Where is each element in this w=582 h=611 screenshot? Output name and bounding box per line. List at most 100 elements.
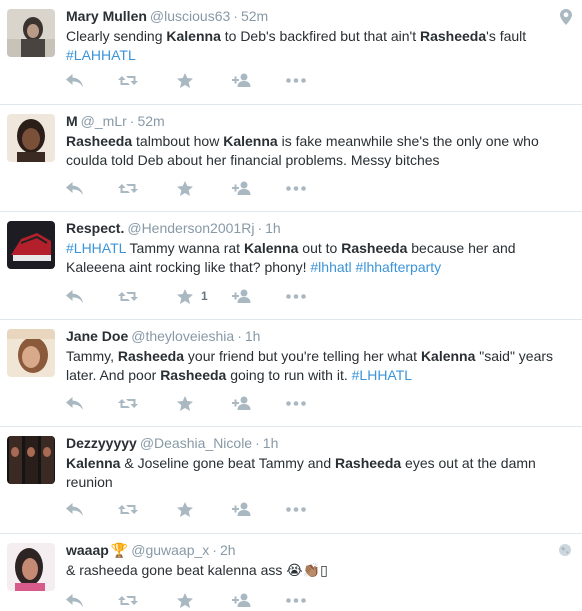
star-icon (177, 395, 193, 411)
tweet-1[interactable]: Mary Mullen @luscious63 · 52m Clearly sendi… (0, 0, 582, 105)
retweet-button[interactable] (118, 499, 138, 519)
tweet-header: Mary Mullen @luscious63 · 52m (66, 7, 268, 26)
follow-button[interactable] (232, 70, 252, 90)
follow-button[interactable] (232, 590, 252, 610)
tweet-actions (66, 590, 326, 610)
reply-icon (66, 181, 83, 195)
retweet-button[interactable] (118, 286, 138, 306)
tweet-actions (66, 393, 326, 413)
more-icon (286, 400, 306, 406)
tweet-timeline: Mary Mullen @luscious63 · 52m Clearly sendi… (0, 0, 582, 611)
favorite-button[interactable] (177, 178, 201, 198)
retweet-button[interactable] (118, 393, 138, 413)
highlighted-keyword: Kalenna (66, 455, 121, 471)
avatar[interactable] (7, 329, 55, 377)
tweet-actions (66, 499, 326, 519)
text-segment: to Deb's backfired but that ain't (220, 28, 420, 44)
more-button[interactable] (286, 590, 306, 610)
follow-button[interactable] (232, 499, 252, 519)
user-handle[interactable]: @Deashia_Nicole (140, 435, 252, 451)
user-handle[interactable]: @guwaap_x (131, 542, 209, 558)
user-handle[interactable]: @Henderson2001Rj (127, 220, 254, 236)
user-name[interactable]: Jane Doe (66, 328, 128, 344)
reply-button[interactable] (66, 178, 83, 198)
reply-button[interactable] (66, 393, 83, 413)
more-button[interactable] (286, 70, 306, 90)
trophy-icon: 🏆 (110, 542, 129, 558)
reply-icon (66, 502, 83, 516)
user-name[interactable]: Dezzyyyyy (66, 435, 137, 451)
favorite-button[interactable]: 1 (177, 286, 208, 306)
highlighted-keyword: Rasheeda (419, 28, 487, 44)
favorite-count: 1 (201, 289, 208, 303)
tweet-3[interactable]: Respect. @Henderson2001Rj · 1h #LHHATL Tamm… (0, 212, 582, 320)
tweet-text: Tammy, Rasheeda your friend but you're t… (66, 347, 572, 385)
hashtag-link[interactable]: #lhhatl (310, 259, 351, 275)
star-icon (177, 501, 193, 517)
timestamp[interactable]: 52m (137, 113, 164, 129)
more-button[interactable] (286, 393, 306, 413)
retweet-button[interactable] (118, 590, 138, 610)
tweet-5[interactable]: Dezzyyyyy @Deashia_Nicole · 1h Kalenna & Jo… (0, 427, 582, 534)
tweet-6[interactable]: waaap 🏆 @guwaap_x · 2h & rasheeda gone beat … (0, 534, 582, 611)
separator-dot: · (129, 113, 135, 129)
retweet-icon (118, 75, 138, 85)
user-handle[interactable]: @_mLr (81, 113, 127, 129)
follow-button[interactable] (232, 393, 252, 413)
reply-button[interactable] (66, 499, 83, 519)
timestamp[interactable]: 2h (220, 542, 236, 558)
more-icon (286, 293, 306, 299)
highlighted-keyword: Kalenna (420, 348, 476, 364)
more-button[interactable] (286, 178, 306, 198)
star-icon (177, 180, 193, 196)
timestamp[interactable]: 52m (241, 8, 268, 24)
user-name[interactable]: Mary Mullen (66, 8, 147, 24)
hashtag-link[interactable]: #LHHATL (66, 240, 126, 256)
reply-button[interactable] (66, 590, 83, 610)
hashtag-link[interactable]: #lhhafterparty (356, 259, 442, 275)
follow-button[interactable] (232, 178, 252, 198)
more-button[interactable] (286, 499, 306, 519)
tweet-text: & rasheeda gone beat kalenna ass 😭👏🏽▯ (66, 561, 572, 580)
favorite-button[interactable] (177, 393, 201, 413)
avatar[interactable] (7, 543, 55, 591)
tweet-actions (66, 70, 326, 90)
avatar[interactable] (7, 436, 55, 484)
reply-button[interactable] (66, 70, 83, 90)
avatar[interactable] (7, 221, 55, 269)
favorite-button[interactable] (177, 70, 201, 90)
text-segment: Clearly sending (66, 28, 167, 44)
timestamp[interactable]: 1h (263, 435, 279, 451)
hashtag-link[interactable]: #LAHHATL (66, 47, 136, 63)
user-name[interactable]: Respect. (66, 220, 124, 236)
user-name[interactable]: waaap (66, 542, 109, 558)
avatar[interactable] (7, 114, 55, 162)
highlighted-keyword: Rasheeda (335, 455, 402, 471)
reply-button[interactable] (66, 286, 83, 306)
text-segment: out to (298, 240, 342, 256)
favorite-button[interactable] (177, 590, 201, 610)
more-button[interactable] (286, 286, 306, 306)
text-segment: your friend but you're telling her what (184, 348, 421, 364)
timestamp[interactable]: 1h (245, 328, 261, 344)
text-segment: & Joseline gone beat Tammy and (120, 455, 336, 471)
retweet-button[interactable] (118, 70, 138, 90)
hashtag-link[interactable]: #LHHATL (352, 367, 412, 383)
tweet-4[interactable]: Jane Doe @theyloveieshia · 1h Tammy, Rashee… (0, 320, 582, 427)
timestamp[interactable]: 1h (265, 220, 281, 236)
text-segment: 's fault (486, 28, 527, 44)
highlighted-keyword: Rasheeda (66, 133, 133, 149)
highlighted-keyword: Kalenna (223, 133, 278, 149)
reply-icon (66, 396, 83, 410)
follow-icon (232, 73, 251, 87)
retweet-button[interactable] (118, 178, 138, 198)
follow-button[interactable] (232, 286, 252, 306)
tweet-actions (66, 178, 326, 198)
avatar[interactable] (7, 9, 55, 57)
text-segment: 😭👏🏽▯ (286, 562, 328, 578)
user-handle[interactable]: @luscious63 (150, 8, 230, 24)
favorite-button[interactable] (177, 499, 201, 519)
tweet-2[interactable]: M @_mLr · 52m Rasheeda talmbout how Kalenna… (0, 105, 582, 212)
user-handle[interactable]: @theyloveieshia (131, 328, 234, 344)
user-name[interactable]: M (66, 113, 78, 129)
